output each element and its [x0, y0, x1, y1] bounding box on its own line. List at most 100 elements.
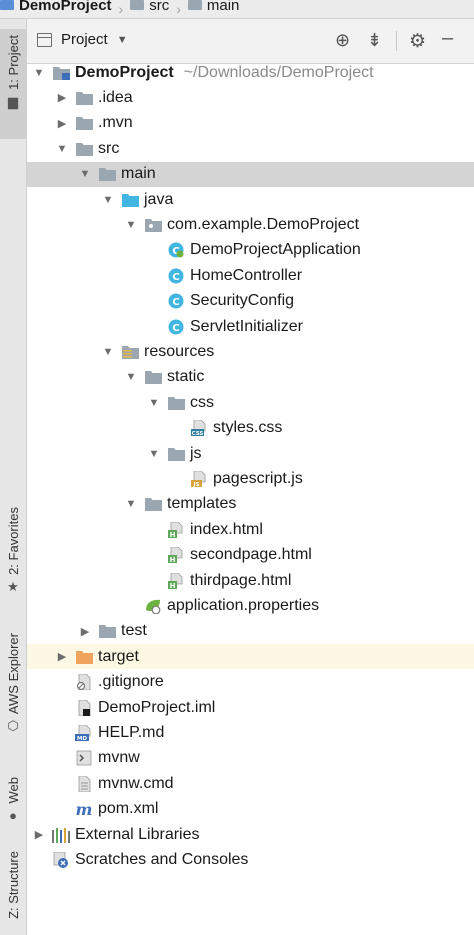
- tree-item-label: SecurityConfig: [190, 292, 295, 310]
- chevron-down-icon[interactable]: ▼: [148, 448, 160, 460]
- breadcrumb-separator: ›: [176, 1, 181, 17]
- view-selector-label: Project: [61, 31, 108, 48]
- tree-row[interactable]: ▶ .idea: [27, 85, 474, 110]
- hide-panel-icon[interactable]: –: [442, 27, 453, 50]
- folder-icon: [187, 0, 202, 10]
- tool-tab-web[interactable]: Web ●: [0, 777, 26, 823]
- tree-item-label: src: [98, 139, 120, 157]
- chevron-down-icon[interactable]: ▼: [148, 397, 160, 409]
- tree-row[interactable]: DemoProject.iml: [27, 695, 474, 720]
- tree-row[interactable]: .gitignore: [27, 670, 474, 695]
- tree-row[interactable]: ▶ External Libraries: [27, 822, 474, 847]
- tree-row[interactable]: ▼ DemoProject ~/Downloads/DemoProject: [27, 60, 474, 85]
- folder-icon: [98, 623, 116, 639]
- tree-row[interactable]: ▼ css: [27, 390, 474, 415]
- tree-item-label: HELP.md: [98, 723, 165, 741]
- tree-row[interactable]: CSS styles.css: [27, 416, 474, 441]
- tree-row[interactable]: C DemoProjectApplication: [27, 238, 474, 263]
- tree-row[interactable]: JS pagescript.js: [27, 466, 474, 491]
- tree-row[interactable]: ▼ js: [27, 441, 474, 466]
- tree-item-label: .mvn: [98, 114, 133, 132]
- tree-row[interactable]: mvnw.cmd: [27, 771, 474, 796]
- tree-row[interactable]: m pom.xml: [27, 797, 474, 822]
- tool-tab-label: Web: [5, 777, 21, 804]
- tree-row[interactable]: MD HELP.md: [27, 720, 474, 745]
- class-icon: C: [167, 268, 185, 284]
- tree-row[interactable]: ▶ test: [27, 619, 474, 644]
- tree-row[interactable]: ▼ com.example.DemoProject: [27, 212, 474, 237]
- tree-row[interactable]: Hindex.html: [27, 517, 474, 542]
- svg-text:CSS: CSS: [192, 431, 204, 436]
- tree-item-label: index.html: [190, 520, 263, 538]
- html-file-icon: H: [167, 521, 185, 538]
- chevron-down-icon[interactable]: ▼: [125, 219, 137, 231]
- folder-icon: [98, 166, 116, 182]
- chevron-down-icon[interactable]: ▼: [102, 194, 114, 206]
- tree-row[interactable]: application.properties: [27, 593, 474, 618]
- breadcrumb: DemoProject › src › main: [0, 0, 474, 19]
- tree-item-label: main: [121, 165, 156, 183]
- chevron-down-icon[interactable]: ▼: [56, 143, 68, 155]
- tool-tab-aws-explorer[interactable]: AWS Explorer ⬡: [0, 633, 26, 734]
- chevron-right-icon[interactable]: ▶: [33, 828, 45, 841]
- svg-text:C: C: [172, 323, 179, 334]
- module-folder-icon: [52, 65, 70, 81]
- project-path: ~/Downloads/DemoProject: [183, 63, 374, 81]
- svg-text:C: C: [172, 297, 179, 308]
- folder-icon: [130, 0, 145, 10]
- tree-row[interactable]: ▼ src: [27, 136, 474, 161]
- tree-item-label: test: [121, 622, 147, 640]
- breadcrumb-label: src: [149, 0, 170, 14]
- css-file-icon: CSS: [190, 420, 208, 437]
- chevron-down-icon[interactable]: ▼: [102, 346, 114, 358]
- tree-item-label: secondpage.html: [190, 546, 312, 564]
- chevron-down-icon[interactable]: ▼: [125, 498, 137, 510]
- chevron-right-icon[interactable]: ▶: [56, 650, 68, 663]
- tree-row[interactable]: Scratches and Consoles: [27, 847, 474, 872]
- chevron-down-icon[interactable]: ▼: [79, 168, 91, 180]
- tree-row[interactable]: ▼ main: [27, 161, 474, 187]
- tree-row[interactable]: Hsecondpage.html: [27, 543, 474, 568]
- svg-text:JS: JS: [192, 482, 199, 487]
- tree-row[interactable]: ▼ java: [27, 187, 474, 212]
- gear-icon[interactable]: ⚙: [409, 30, 426, 53]
- folder-icon: [167, 395, 185, 411]
- view-selector[interactable]: Project ▼: [37, 31, 128, 48]
- chevron-down-icon[interactable]: ▼: [33, 67, 45, 79]
- chevron-right-icon[interactable]: ▶: [56, 117, 68, 130]
- project-view-icon: [37, 32, 52, 47]
- tool-tab-favorites[interactable]: 2: Favorites ★: [0, 507, 26, 595]
- chevron-down-icon[interactable]: ▼: [125, 371, 137, 383]
- tree-row[interactable]: C ServletInitializer: [27, 314, 474, 339]
- class-icon: C: [167, 293, 185, 309]
- locate-icon[interactable]: ⊕: [335, 30, 350, 51]
- svg-text:H: H: [170, 556, 176, 563]
- tree-row[interactable]: C SecurityConfig: [27, 289, 474, 314]
- tool-tab-label: 1: Project: [5, 35, 21, 90]
- tree-row[interactable]: ▶ target: [27, 644, 474, 670]
- svg-text:H: H: [170, 582, 176, 589]
- properties-file-icon: [144, 598, 162, 614]
- tree-item-label: .idea: [98, 88, 133, 106]
- tree-item-label: templates: [167, 495, 237, 513]
- collapse-all-icon[interactable]: ⇟: [367, 30, 382, 51]
- folder-icon: ▆: [8, 93, 18, 109]
- tree-row[interactable]: Hthirdpage.html: [27, 568, 474, 593]
- tool-tab-project[interactable]: 1: Project ▆: [0, 29, 26, 139]
- resources-folder-icon: [121, 344, 139, 360]
- chevron-right-icon[interactable]: ▶: [79, 625, 91, 638]
- tree-row[interactable]: ▶ .mvn: [27, 111, 474, 136]
- tree-item-label: External Libraries: [75, 825, 200, 843]
- tree-row[interactable]: ▼ static: [27, 365, 474, 390]
- tree-row[interactable]: C HomeController: [27, 263, 474, 288]
- tool-tab-structure[interactable]: Z: Structure: [0, 851, 26, 919]
- breadcrumb-item-src[interactable]: src: [130, 0, 169, 14]
- tree-row[interactable]: ▼ templates: [27, 492, 474, 517]
- tree-row[interactable]: ▼ resources: [27, 339, 474, 364]
- tree-item-label: mvnw: [98, 749, 140, 767]
- tree-row[interactable]: mvnw: [27, 746, 474, 771]
- html-file-icon: H: [167, 547, 185, 564]
- breadcrumb-item-main[interactable]: main: [187, 0, 239, 14]
- breadcrumb-item-project[interactable]: DemoProject: [0, 0, 112, 14]
- chevron-right-icon[interactable]: ▶: [56, 91, 68, 104]
